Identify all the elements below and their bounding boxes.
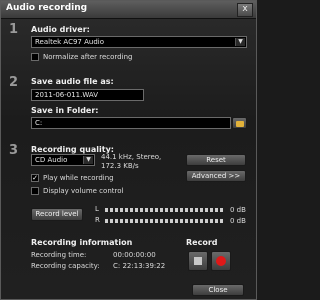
- filename-input[interactable]: 2011-06-011.WAV: [31, 89, 144, 101]
- window-close-button[interactable]: x: [237, 3, 253, 17]
- recording-quality-select[interactable]: CD Audio ▼: [31, 154, 95, 166]
- display-volume-checkbox[interactable]: [31, 187, 39, 195]
- normalize-checkbox[interactable]: [31, 53, 39, 61]
- recording-info-heading: Recording information: [31, 238, 133, 247]
- save-audio-label: Save audio file as:: [31, 77, 114, 86]
- folder-icon: [236, 121, 244, 127]
- stop-icon: [194, 257, 202, 265]
- audio-driver-value: Realtek AC97 Audio: [35, 38, 105, 46]
- advanced-button[interactable]: Advanced >>: [186, 170, 246, 182]
- display-volume-label: Display volume control: [43, 187, 124, 195]
- reset-button[interactable]: Reset: [186, 154, 246, 166]
- level-meter-right: [105, 219, 225, 223]
- record-icon: [216, 256, 226, 266]
- title-bar[interactable]: Audio recording x: [1, 1, 256, 19]
- quality-info-line1: 44.1 kHz, Stereo,: [101, 153, 162, 161]
- meter-left-db: 0 dB: [230, 206, 246, 214]
- recording-capacity-value: C: 22:13:39:22: [113, 262, 166, 270]
- step-2-number: 2: [9, 75, 19, 90]
- recording-time-label: Recording time:: [31, 251, 87, 259]
- window-title: Audio recording: [6, 3, 88, 13]
- play-while-recording-checkbox[interactable]: ✓: [31, 174, 39, 182]
- audio-driver-label: Audio driver:: [31, 25, 90, 34]
- meter-left-letter: L: [95, 205, 99, 213]
- stop-button[interactable]: [188, 251, 208, 271]
- meter-right-letter: R: [95, 216, 100, 224]
- recording-capacity-label: Recording capacity:: [31, 262, 100, 270]
- save-folder-label: Save in Folder:: [31, 106, 99, 115]
- step-1-number: 1: [9, 22, 19, 37]
- step-3-number: 3: [9, 143, 19, 158]
- meter-right-db: 0 dB: [230, 217, 246, 225]
- quality-info-line2: 172.3 KB/s: [101, 162, 139, 170]
- audio-driver-select[interactable]: Realtek AC97 Audio ▼: [31, 36, 247, 48]
- record-heading: Record: [186, 238, 218, 247]
- recording-time-value: 00:00:00:00: [113, 251, 156, 259]
- record-level-button[interactable]: Record level: [31, 208, 83, 221]
- play-while-recording-label: Play while recording: [43, 174, 114, 182]
- level-meter-left: [105, 208, 225, 212]
- folder-value: C:: [35, 119, 43, 127]
- quality-value: CD Audio: [35, 156, 68, 164]
- browse-folder-button[interactable]: [232, 117, 247, 129]
- filename-value: 2011-06-011.WAV: [35, 91, 99, 99]
- close-button[interactable]: Close: [192, 284, 244, 296]
- chevron-down-icon: ▼: [83, 156, 93, 164]
- normalize-label: Normalize after recording: [43, 53, 133, 61]
- record-button[interactable]: [211, 251, 231, 271]
- folder-input[interactable]: C:: [31, 117, 231, 129]
- chevron-down-icon: ▼: [235, 38, 245, 46]
